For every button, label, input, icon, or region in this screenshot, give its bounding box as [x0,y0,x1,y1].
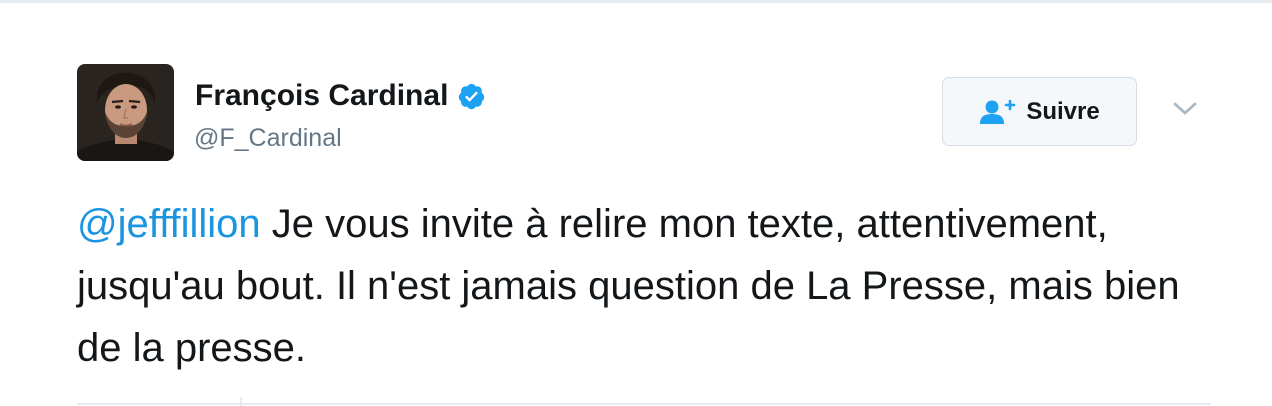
verified-badge-icon [457,82,486,111]
avatar-photo [77,64,174,161]
chevron-down-icon[interactable] [1172,100,1198,118]
add-user-icon [979,99,1016,125]
author-name-row[interactable]: François Cardinal [195,78,486,114]
bottom-divider-tick [240,397,242,406]
follow-button-label: Suivre [1026,97,1100,125]
author-handle[interactable]: @F_Cardinal [194,123,342,153]
bottom-divider [77,403,1211,405]
author-name[interactable]: François Cardinal [195,78,448,114]
mention-link[interactable]: @jefffillion [77,202,261,246]
tweet-text: @jefffillion Je vous invite à relire mon… [77,193,1217,379]
follow-button[interactable]: Suivre [942,77,1137,146]
avatar[interactable] [77,64,174,161]
top-divider [0,0,1272,3]
